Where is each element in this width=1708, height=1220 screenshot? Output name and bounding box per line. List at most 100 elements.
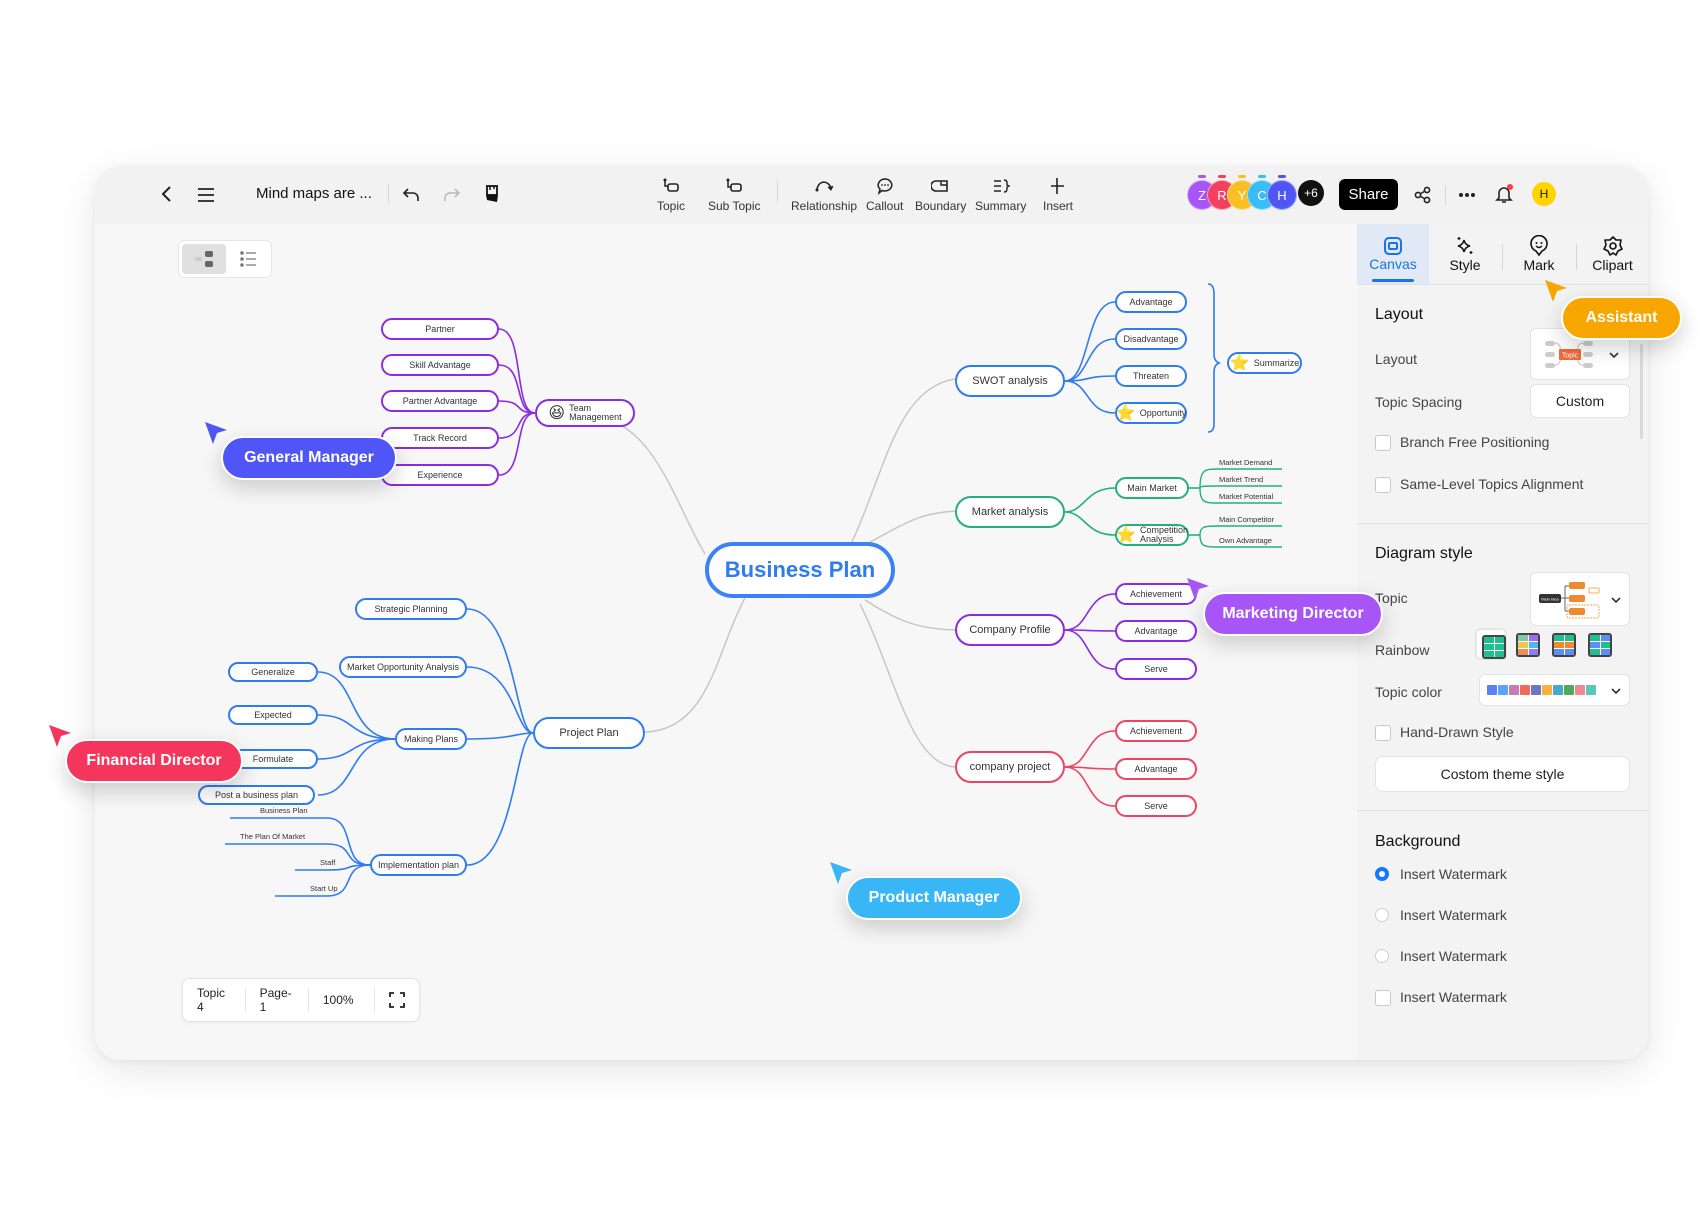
topic-market-analysis[interactable]: Market analysis bbox=[955, 496, 1065, 528]
tool-subtopic[interactable]: Sub Topic bbox=[708, 176, 760, 213]
user-avatar[interactable]: H bbox=[1532, 182, 1556, 206]
subtopic-node[interactable]: Achievement bbox=[1115, 720, 1197, 742]
same-level-alignment-checkbox[interactable] bbox=[1375, 477, 1391, 493]
subtopic-node[interactable]: Disadvantage bbox=[1115, 328, 1187, 350]
subtopic-node[interactable]: Advantage bbox=[1115, 291, 1187, 313]
topic-label: Company Profile bbox=[969, 624, 1051, 636]
tab-mark[interactable]: Mark bbox=[1503, 224, 1575, 284]
topic-label: Competition Analysis bbox=[1139, 524, 1188, 544]
subtopic-node[interactable]: Making Plans bbox=[395, 728, 467, 750]
properties-panel: Canvas Style Mark Clipart Layout Layout bbox=[1357, 224, 1648, 1060]
topic-spacing-label: Topic Spacing bbox=[1375, 394, 1463, 410]
back-icon[interactable] bbox=[157, 184, 177, 204]
boundary-icon bbox=[930, 180, 948, 192]
topic-project-plan[interactable]: Project Plan bbox=[533, 717, 645, 749]
subtopic-node[interactable]: Market Opportunity Analysis bbox=[339, 656, 467, 678]
main-branch-line bbox=[869, 510, 956, 543]
subtopic-node[interactable]: Skill Advantage bbox=[381, 354, 499, 376]
format-painter-icon[interactable] bbox=[481, 183, 503, 205]
subtopic-node[interactable]: Track Record bbox=[381, 427, 499, 449]
rainbow-swatch-4[interactable] bbox=[1583, 628, 1615, 660]
subtopic-node[interactable]: Implementation plan bbox=[370, 854, 467, 876]
svg-text:Main Idea: Main Idea bbox=[1541, 597, 1559, 602]
subtopic-node[interactable]: Post a business plan bbox=[198, 785, 315, 805]
connector-line bbox=[1064, 593, 1116, 631]
subtopic-node[interactable]: Experience bbox=[381, 464, 499, 486]
more-collaborators-badge[interactable]: +6 bbox=[1298, 180, 1324, 206]
tab-clipart[interactable]: Clipart bbox=[1577, 224, 1648, 284]
tool-topic[interactable]: Topic bbox=[657, 176, 685, 213]
tool-insert[interactable]: Insert bbox=[1043, 176, 1073, 213]
subtopic-node[interactable]: ⭐ Opportunity bbox=[1115, 402, 1187, 424]
redo-icon[interactable] bbox=[441, 184, 463, 206]
hamburger-menu-icon[interactable] bbox=[195, 184, 217, 206]
branch-free-checkbox[interactable] bbox=[1375, 435, 1391, 451]
hand-drawn-checkbox[interactable] bbox=[1375, 725, 1391, 741]
leaf-topic[interactable]: Main Competitor bbox=[1219, 515, 1274, 524]
panel-scrollbar[interactable] bbox=[1640, 344, 1643, 439]
rainbow-swatch-1[interactable] bbox=[1475, 628, 1507, 660]
summary-node[interactable]: ⭐ Summarize bbox=[1227, 352, 1302, 374]
watermark-radio-2[interactable] bbox=[1375, 908, 1389, 922]
main-branch-line bbox=[864, 599, 956, 631]
divider bbox=[388, 184, 389, 204]
share-button[interactable]: Share bbox=[1339, 179, 1398, 210]
subtopic-node[interactable]: Expected bbox=[228, 705, 318, 725]
subtopic-node[interactable]: ⭐ Competition Analysis bbox=[1115, 524, 1189, 546]
mind-map-canvas[interactable]: Business Plan 😆 Team Management Partner Skil… bbox=[95, 224, 1357, 1060]
topic-team-management[interactable]: 😆 Team Management bbox=[535, 399, 635, 427]
subtopic-node[interactable]: Advantage bbox=[1115, 620, 1197, 642]
subtopic-node[interactable]: Serve bbox=[1115, 658, 1197, 680]
tool-callout[interactable]: Callout bbox=[866, 176, 903, 213]
subtopic-node[interactable]: Partner bbox=[381, 318, 499, 340]
subtopic-node[interactable]: Strategic Planning bbox=[355, 598, 467, 620]
subtopic-node[interactable]: Threaten bbox=[1115, 365, 1187, 387]
subtopic-node[interactable]: Advantage bbox=[1115, 758, 1197, 780]
tool-relationship[interactable]: Relationship bbox=[791, 176, 857, 213]
share-link-icon[interactable] bbox=[1412, 184, 1434, 206]
topic-label: Summarize bbox=[1253, 358, 1300, 368]
leaf-topic[interactable]: Staff bbox=[320, 858, 335, 867]
more-options-icon[interactable] bbox=[1455, 184, 1479, 206]
rainbow-swatch-2[interactable] bbox=[1511, 628, 1543, 660]
topic-spacing-button[interactable]: Custom bbox=[1530, 384, 1630, 418]
topic-company-profile[interactable]: Company Profile bbox=[955, 614, 1065, 646]
leaf-topic[interactable]: The Plan Of Market bbox=[240, 832, 305, 841]
root-topic[interactable]: Business Plan bbox=[705, 542, 895, 598]
tab-canvas[interactable]: Canvas bbox=[1357, 224, 1429, 284]
topic-color-chip bbox=[1575, 685, 1585, 695]
subtopic-node[interactable]: Generalize bbox=[228, 662, 318, 682]
watermark-radio-3[interactable] bbox=[1375, 949, 1389, 963]
watermark-checkbox[interactable] bbox=[1375, 990, 1391, 1006]
undo-icon[interactable] bbox=[400, 184, 422, 206]
watermark-radio-1[interactable] bbox=[1375, 867, 1389, 881]
connector-line bbox=[1199, 485, 1220, 489]
rainbow-swatch-3[interactable] bbox=[1547, 628, 1579, 660]
leaf-topic[interactable]: Business Plan bbox=[260, 806, 308, 815]
subtopic-node[interactable]: Main Market bbox=[1115, 477, 1189, 499]
collaborator-avatar[interactable]: H bbox=[1267, 175, 1297, 210]
subtopic-node[interactable]: Serve bbox=[1115, 795, 1197, 817]
leaf-topic[interactable]: Market Potential bbox=[1219, 492, 1273, 501]
star-marker-icon: ⭐ bbox=[1116, 527, 1136, 544]
subtopic-node[interactable]: Partner Advantage bbox=[381, 390, 499, 412]
tool-boundary[interactable]: Boundary bbox=[915, 176, 966, 213]
notification-bell-icon[interactable] bbox=[1492, 182, 1516, 206]
leaf-topic[interactable]: Market Demand bbox=[1219, 458, 1272, 467]
topic-company-project[interactable]: company project bbox=[955, 751, 1065, 783]
fullscreen-button[interactable] bbox=[375, 988, 419, 1012]
leaf-topic[interactable]: Own Advantage bbox=[1219, 536, 1272, 545]
page-indicator[interactable]: Page-1 bbox=[246, 986, 309, 1014]
zoom-level[interactable]: 100% bbox=[309, 988, 375, 1012]
leaf-topic[interactable]: Start Up bbox=[310, 884, 338, 893]
document-title[interactable]: Mind maps are ... bbox=[256, 185, 372, 202]
tab-style[interactable]: Style bbox=[1429, 224, 1501, 284]
topic-style-select[interactable]: Main Idea bbox=[1530, 572, 1630, 626]
collaborator-cursor-label: Assistant bbox=[1561, 296, 1682, 340]
custom-theme-style-button[interactable]: Costom theme style bbox=[1375, 756, 1630, 792]
leaf-topic[interactable]: Market Trend bbox=[1219, 475, 1263, 484]
topic-swot-analysis[interactable]: SWOT analysis bbox=[955, 365, 1065, 397]
topic-color-select[interactable] bbox=[1479, 674, 1630, 706]
tool-summary[interactable]: Summary bbox=[975, 176, 1026, 213]
topic-label: Advantage bbox=[1129, 297, 1173, 307]
